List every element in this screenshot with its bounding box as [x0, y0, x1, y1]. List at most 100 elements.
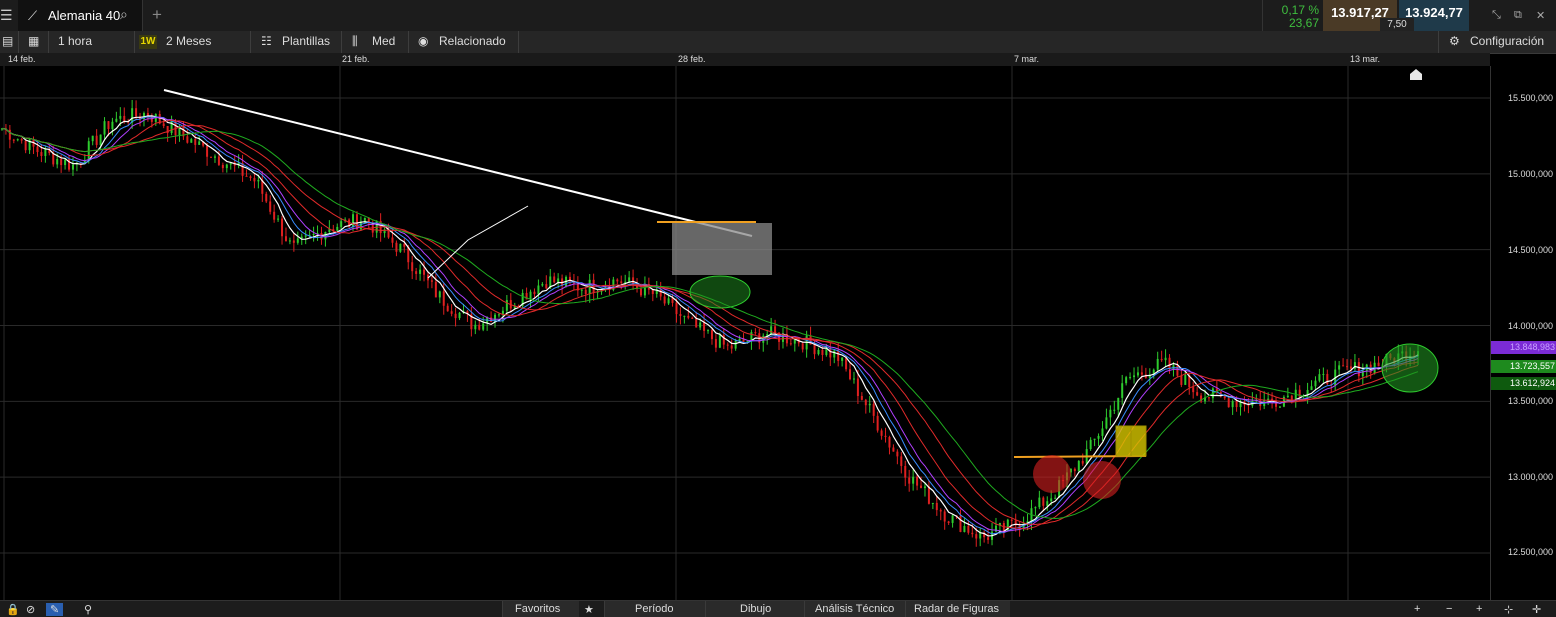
add-icon[interactable]: + — [1414, 603, 1420, 615]
candle-body — [675, 302, 678, 315]
candle-body — [817, 349, 820, 355]
candle-body — [927, 486, 930, 504]
candle-body — [265, 193, 268, 202]
candle-body — [533, 291, 536, 295]
price-chart[interactable] — [0, 53, 1556, 600]
disable-icon[interactable]: ⊘ — [26, 603, 35, 616]
candle-body — [537, 285, 540, 295]
menu-icon[interactable]: ☰ — [0, 7, 13, 24]
tab-drawing[interactable]: Dibujo — [705, 601, 804, 617]
candle-body — [430, 280, 433, 282]
layout-icon[interactable]: ▦ — [28, 34, 39, 48]
candle-body — [16, 139, 19, 141]
interval-select[interactable]: 1 hora — [58, 34, 92, 48]
candle-body — [920, 485, 923, 489]
tab-technical-analysis[interactable]: Análisis Técnico — [804, 601, 905, 617]
candle-body — [829, 348, 832, 358]
candle-body — [959, 515, 962, 533]
home-icon[interactable] — [1410, 67, 1422, 80]
candle-body — [450, 311, 453, 314]
collapse-icon[interactable]: ⤡ — [1492, 9, 1501, 22]
gear-icon[interactable]: ⚙ — [1449, 34, 1460, 48]
candle-body — [40, 152, 43, 156]
candle-body — [1184, 374, 1187, 385]
search-icon[interactable]: ⌕ — [120, 6, 128, 23]
candle-body — [210, 156, 213, 158]
candle-body — [821, 349, 824, 355]
candle-body — [292, 240, 295, 243]
candle-body — [1342, 365, 1345, 367]
candle-body — [1133, 375, 1136, 378]
zoom-in-icon[interactable]: + — [1476, 603, 1482, 615]
instrument-name: Alemania 40 — [48, 8, 121, 23]
pencil-icon[interactable]: ✎ — [46, 603, 64, 616]
candle-body — [1097, 435, 1100, 439]
lock-icon[interactable]: 🔒 — [6, 603, 20, 616]
candle-body — [296, 238, 299, 243]
candle-body — [580, 289, 583, 291]
candle-body — [1377, 362, 1380, 367]
candle-body — [908, 477, 911, 484]
tab-favorites[interactable]: Favoritos — [502, 601, 579, 617]
candle-body — [284, 236, 287, 242]
templates-icon: ☷ — [261, 34, 272, 48]
candle-body — [856, 378, 859, 397]
price-tick: 12.500,000 — [1507, 547, 1553, 557]
candle-body — [833, 350, 836, 358]
candle-body — [1314, 380, 1317, 387]
candle-body — [667, 298, 670, 304]
candle-body — [825, 348, 828, 355]
moving-average-line — [1, 119, 1419, 530]
candle-body — [497, 314, 500, 316]
related-icon: ◉ — [418, 34, 429, 48]
candle-body — [434, 281, 437, 298]
tab-period[interactable]: Período — [604, 601, 705, 617]
candle-body — [245, 175, 248, 177]
fit-icon[interactable]: ⊹ — [1504, 603, 1513, 616]
close-icon[interactable]: ✕ — [1536, 9, 1545, 22]
settings-button[interactable]: Configuración — [1470, 34, 1544, 48]
range-badge: 1W — [139, 35, 157, 49]
instrument-tab[interactable]: ⟋ Alemania 40 ⌕ — [18, 0, 143, 31]
popout-icon[interactable]: ⧉ — [1514, 9, 1522, 22]
candles-icon: ⫼ — [352, 34, 358, 48]
range-select[interactable]: 2 Meses — [166, 34, 211, 48]
zoom-out-icon[interactable]: − — [1446, 603, 1452, 615]
add-tab-icon[interactable]: + — [152, 5, 162, 25]
crosshair-icon[interactable]: ✛ — [1532, 603, 1541, 616]
candle-body — [896, 451, 899, 457]
candle-body — [923, 486, 926, 489]
line-chart-icon: ⟋ — [28, 8, 38, 23]
candle-body — [490, 317, 493, 323]
candle-body — [789, 343, 792, 345]
candle-body — [1054, 497, 1057, 499]
price-tag-purple: 13.848,983 — [1491, 341, 1556, 354]
candle-body — [943, 511, 946, 522]
list-icon[interactable]: ▤ — [2, 34, 13, 48]
star-icon[interactable]: ★ — [584, 603, 594, 616]
candle-body — [916, 476, 919, 486]
candle-body — [478, 324, 481, 330]
related-button[interactable]: Relacionado — [439, 34, 506, 48]
candle-body — [395, 242, 398, 252]
templates-button[interactable]: Plantillas — [282, 34, 330, 48]
highlight-ellipse — [1381, 343, 1439, 393]
candle-body — [963, 526, 966, 533]
price-tag-green: 13.723,557 — [1491, 360, 1556, 373]
candle-body — [44, 149, 47, 156]
candle-body — [754, 332, 757, 334]
candle-body — [707, 330, 710, 332]
candle-body — [221, 164, 224, 169]
candle-body — [288, 240, 291, 242]
candle-body — [1121, 383, 1124, 398]
price-type-select[interactable]: Med — [372, 34, 395, 48]
candle-body — [36, 146, 39, 153]
highlight-circle — [1033, 455, 1071, 493]
candle-body — [1073, 468, 1076, 472]
candle-body — [391, 237, 394, 243]
tab-pattern-radar[interactable]: Radar de Figuras — [905, 601, 1010, 617]
candle-body — [683, 315, 686, 317]
pin-icon[interactable]: ⚲ — [84, 603, 92, 616]
candle-body — [695, 318, 698, 328]
candle-body — [726, 344, 729, 346]
